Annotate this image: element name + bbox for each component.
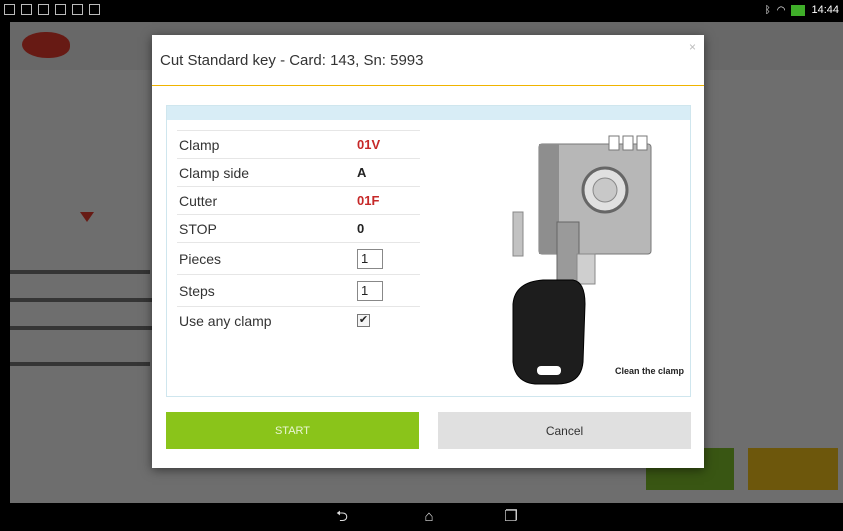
- key-ring-hole: [537, 366, 561, 375]
- usb-icon: [55, 4, 66, 15]
- screenshot-icon: [4, 4, 15, 15]
- param-row-pieces: Pieces: [177, 242, 420, 274]
- clamp-notch: [636, 135, 648, 151]
- param-label: Cutter: [179, 192, 218, 209]
- param-label: STOP: [179, 220, 217, 237]
- param-row-stop: STOP 0: [177, 214, 420, 242]
- param-value: 01V: [357, 137, 381, 152]
- navigation-bar: ⮌ ⌂ ❐: [0, 503, 843, 531]
- wifi-icon: ◠: [776, 4, 786, 16]
- param-value: 0: [357, 221, 365, 236]
- pieces-input[interactable]: [357, 248, 383, 269]
- param-value: A: [357, 165, 367, 180]
- card-icon: [38, 4, 49, 15]
- clamp-notch: [608, 135, 620, 151]
- clamp-screw: [576, 253, 596, 285]
- notification-icons: [4, 4, 100, 15]
- image-caption: Clean the clamp: [614, 366, 684, 376]
- param-label: Pieces: [179, 250, 222, 267]
- cut-parameters-panel: Clamp 01V Clamp side A Cutter 01F STOP 0…: [166, 105, 691, 397]
- clock: 14:44: [811, 4, 839, 16]
- key-clamp-illustration: [512, 135, 652, 385]
- home-icon[interactable]: ⌂: [420, 509, 438, 525]
- clamp-notch: [622, 135, 634, 151]
- start-button[interactable]: START: [166, 412, 419, 449]
- cancel-button[interactable]: Cancel: [438, 412, 691, 449]
- panel-header: [167, 106, 690, 120]
- recents-icon[interactable]: ❐: [502, 509, 520, 525]
- screenshot-icon: [21, 4, 32, 15]
- battery-charging-icon: [791, 4, 806, 16]
- clamp-bolt-center: [592, 177, 618, 203]
- param-row-clamp-side: Clamp side A: [177, 158, 420, 186]
- parameters-table: Clamp 01V Clamp side A Cutter 01F STOP 0…: [177, 130, 420, 334]
- param-row-use-any-clamp: Use any clamp ✔: [177, 306, 420, 334]
- bluetooth-icon: ᛒ: [764, 4, 771, 16]
- param-row-steps: Steps: [177, 274, 420, 306]
- status-bar: ᛒ ◠ 14:44: [0, 0, 843, 22]
- param-label: Use any clamp: [179, 312, 272, 329]
- steps-input[interactable]: [357, 280, 383, 301]
- back-icon[interactable]: ⮌: [333, 509, 351, 525]
- dialog-title: Cut Standard key - Card: 143, Sn: 5993: [160, 52, 424, 69]
- param-row-cutter: Cutter 01F: [177, 186, 420, 214]
- android-icon: [89, 4, 100, 15]
- param-label: Clamp side: [179, 164, 250, 181]
- title-divider: [152, 85, 704, 86]
- param-label: Steps: [179, 282, 215, 299]
- close-icon[interactable]: ×: [689, 40, 696, 54]
- clamp-jaw: [512, 211, 524, 257]
- system-icons: ᛒ ◠ 14:44: [765, 4, 839, 16]
- use-any-clamp-checkbox[interactable]: ✔: [357, 314, 370, 327]
- param-row-clamp: Clamp 01V: [177, 130, 420, 158]
- param-value: 01F: [357, 193, 380, 208]
- tools-icon: [72, 4, 83, 15]
- param-label: Clamp: [179, 136, 220, 153]
- clamp-side: [539, 144, 559, 254]
- cut-key-dialog: Cut Standard key - Card: 143, Sn: 5993 ×…: [152, 35, 704, 468]
